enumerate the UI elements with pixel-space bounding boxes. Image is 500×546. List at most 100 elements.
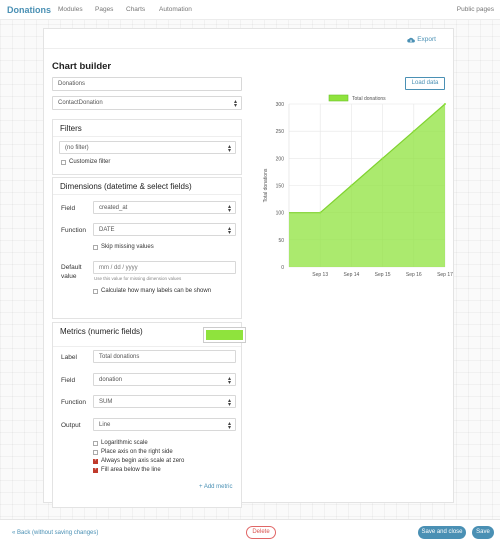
cloud-download-icon — [407, 37, 416, 43]
module-select[interactable]: ContactDonation ▴ ▾ — [52, 96, 242, 110]
nav-automation[interactable]: Automation — [159, 6, 192, 13]
select-caret-icon: ▴ ▾ — [227, 204, 231, 214]
y-tick-label: 300 — [276, 102, 285, 108]
calculate-labels-label: Calculate how many labels can be shown — [101, 288, 212, 294]
x-tick-label: Sep 16 — [406, 272, 422, 278]
y-tick-label: 50 — [278, 238, 284, 244]
metric-label-label: Label — [61, 354, 77, 361]
dimension-function-label: Function — [61, 227, 86, 234]
add-metric-link[interactable]: + Add metric — [199, 484, 233, 490]
y-tick-label: 150 — [276, 184, 285, 190]
axis-right-label: Place axis on the right side — [101, 449, 173, 455]
select-caret-icon: ▴ ▾ — [227, 421, 231, 431]
chart: 050100150200250300 Sep 13 Sep 14 Sep 15 Sep… — [263, 94, 453, 278]
panel-toolbar: Export — [44, 29, 453, 49]
dimensions-header: Dimensions (datetime & select fields) — [53, 178, 241, 195]
save-button[interactable]: Save — [472, 526, 494, 539]
customize-filter-label: Customize filter — [69, 159, 111, 165]
calculate-labels-checkbox[interactable]: Calculate how many labels can be shown — [93, 288, 211, 294]
skip-missing-checkbox[interactable]: Skip missing values — [93, 244, 154, 250]
page-title: Chart builder — [52, 61, 112, 72]
dimensions-title: Dimensions (datetime & select fields) — [60, 182, 192, 191]
data-point — [350, 184, 353, 187]
data-point — [381, 157, 384, 160]
save-and-close-button[interactable]: Save and close — [418, 526, 466, 539]
default-value-label: Default value — [61, 264, 82, 280]
metric-function-label: Function — [61, 399, 86, 406]
nav-public-pages[interactable]: Public pages — [457, 6, 494, 13]
brand-link[interactable]: Donations — [7, 5, 51, 15]
log-scale-checkbox[interactable]: Logarithmic scale — [93, 440, 148, 446]
customize-filter-checkbox[interactable]: Customize filter — [61, 159, 110, 165]
dimension-field-select[interactable]: created_at ▴ ▾ — [93, 201, 236, 214]
fill-area-checkbox[interactable]: Fill area below the line — [93, 466, 161, 473]
begin-at-zero-checkbox[interactable]: Always begin axis scale at zero — [93, 457, 185, 464]
delete-button[interactable]: Delete — [246, 526, 276, 539]
x-tick-label: Sep 17 — [437, 272, 453, 278]
filter-select[interactable]: (no filter) ▴ ▾ — [59, 141, 236, 154]
select-caret-icon: ▴ ▾ — [227, 376, 231, 386]
back-link[interactable]: « Back (without saving changes) — [12, 530, 98, 536]
data-point — [444, 103, 446, 105]
metric-output-label: Output — [61, 422, 81, 429]
y-tick-label: 250 — [276, 129, 285, 135]
metrics-header: Metrics (numeric fields) — [53, 323, 246, 347]
axis-right-checkbox[interactable]: Place axis on the right side — [93, 449, 173, 455]
select-caret-icon: ▴ ▾ — [227, 144, 231, 154]
checkbox-box-checked — [93, 457, 98, 464]
default-value-date-input[interactable]: mm / dd / yyyy — [93, 261, 236, 274]
chart-legend: Total donations — [328, 94, 386, 102]
checkbox-box — [93, 288, 98, 294]
metric-color-picker[interactable] — [203, 327, 246, 343]
metric-field-label: Field — [61, 377, 76, 384]
filters-title: Filters — [60, 124, 82, 133]
y-axis-ticks: 0 50 100 150 200 250 300 — [276, 102, 285, 271]
chart-name-input[interactable]: Donations — [52, 77, 242, 91]
dimensions-section: Dimensions (datetime & select fields) Fi… — [52, 177, 242, 319]
skip-missing-label: Skip missing values — [101, 244, 154, 250]
nav-charts[interactable]: Charts — [126, 6, 145, 13]
legend-swatch — [328, 94, 349, 102]
log-scale-label: Logarithmic scale — [101, 440, 148, 446]
metrics-section: Metrics (numeric fields) Label Total don… — [52, 322, 246, 508]
fill-area-label: Fill area below the line — [101, 467, 161, 473]
data-point — [412, 130, 415, 133]
chart-builder-panel: Export Chart builder Donations ContactDo… — [43, 28, 454, 508]
dimension-field-value: created_at — [99, 205, 128, 211]
dimension-function-value: DATE — [99, 227, 115, 233]
checkbox-box-checked — [93, 466, 98, 473]
data-point — [319, 211, 322, 214]
checkbox-box — [93, 440, 98, 446]
export-label: Export — [417, 36, 436, 43]
checkbox-box — [93, 449, 98, 455]
metric-field-value: donation — [99, 377, 123, 383]
chart-series — [289, 103, 446, 267]
dimension-function-select[interactable]: DATE ▴ ▾ — [93, 223, 236, 236]
begin-at-zero-label: Always begin axis scale at zero — [101, 458, 185, 464]
select-caret-icon: ▴ ▾ — [227, 398, 231, 408]
metric-output-value: Line — [99, 422, 111, 428]
metric-function-select[interactable]: SUM ▴ ▾ — [93, 395, 236, 408]
legend-label: Total donations — [352, 96, 386, 102]
filters-section: Filters (no filter) ▴ ▾ Customize filter — [52, 119, 242, 175]
y-tick-label: 0 — [281, 265, 284, 271]
x-tick-label: Sep 14 — [343, 272, 359, 278]
x-axis-ticks: Sep 13 Sep 14 Sep 15 Sep 16 Sep 17 — [312, 272, 453, 278]
metric-label-input[interactable]: Total donations — [93, 350, 236, 363]
nav-modules[interactable]: Modules — [58, 6, 83, 13]
y-tick-label: 100 — [276, 211, 285, 217]
metrics-title: Metrics (numeric fields) — [60, 327, 143, 336]
x-tick-label: Sep 13 — [312, 272, 328, 278]
metric-function-value: SUM — [99, 399, 113, 405]
metric-output-select[interactable]: Line ▴ ▾ — [93, 418, 236, 431]
nav-pages[interactable]: Pages — [95, 6, 113, 13]
metric-field-select[interactable]: donation ▴ ▾ — [93, 373, 236, 386]
select-caret-icon: ▴ ▾ — [227, 226, 231, 236]
export-button[interactable]: Export — [407, 36, 436, 43]
y-tick-label: 200 — [276, 156, 285, 162]
dimension-field-label: Field — [61, 205, 76, 212]
default-value-hint: Use this value for missing dimension val… — [94, 276, 182, 281]
checkbox-box — [93, 244, 98, 250]
module-select-value: ContactDonation — [58, 100, 103, 106]
y-axis-label: Total donations — [263, 168, 269, 202]
